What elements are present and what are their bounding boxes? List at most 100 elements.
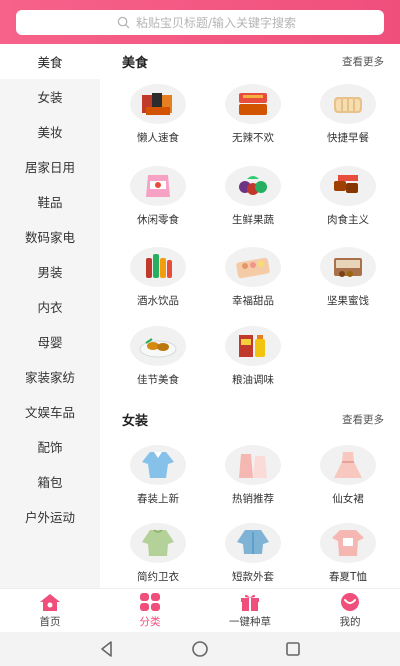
spicy-food-icon (239, 93, 267, 115)
sidebar-item-entertainment-auto[interactable]: 文娱车品 (0, 394, 100, 429)
category-label: 热销推荐 (232, 493, 274, 505)
fruit-icon (239, 176, 267, 195)
category-fairy-dress[interactable]: 仙女裙 (308, 445, 388, 506)
category-icon (140, 593, 160, 611)
sidebar-item-label: 男装 (37, 265, 63, 280)
sidebar-item-outdoor[interactable]: 户外运动 (0, 499, 100, 534)
category-grain-oil[interactable]: 粮油调味 (213, 326, 293, 387)
sidebar-item-home-textile[interactable]: 家装家纺 (0, 359, 100, 394)
sidebar-item-label: 居家日用 (24, 160, 75, 175)
category-hoodie[interactable]: 简约卫衣 (118, 523, 198, 584)
category-short-jacket[interactable]: 短款外套 (213, 523, 293, 584)
search-placeholder: 粘贴宝贝标题/输入关键字搜索 (136, 16, 297, 30)
category-drinks[interactable]: 酒水饮品 (118, 247, 198, 308)
meat-icon (334, 175, 358, 193)
blouse-icon (142, 452, 174, 478)
denim-jacket-icon (237, 530, 269, 554)
dress-icon (334, 452, 362, 478)
category-festival-food[interactable]: 佳节美食 (118, 326, 198, 387)
category-sidebar: 美食 女装 美妆 居家日用 鞋品 数码家电 男装 内衣 母婴 家装家纺 文娱车品… (0, 44, 100, 588)
category-tshirt[interactable]: 春夏T恤 (308, 523, 388, 584)
sidebar-item-label: 母婴 (37, 335, 63, 350)
sidebar-item-household[interactable]: 居家日用 (0, 149, 100, 184)
sidebar-item-bags[interactable]: 箱包 (0, 464, 100, 499)
gift-icon (241, 594, 259, 611)
thumb (320, 523, 376, 563)
category-label: 休闲零食 (137, 214, 179, 226)
category-spring-new[interactable]: 春装上新 (118, 445, 198, 506)
instant-food-icon (142, 93, 172, 115)
back-icon[interactable] (98, 640, 116, 658)
sidebar-item-shoes[interactable]: 鞋品 (0, 184, 100, 219)
category-label: 生鲜果蔬 (232, 214, 274, 226)
tab-recommend[interactable]: 一键种草 (200, 589, 300, 632)
sidebar-item-mens[interactable]: 男装 (0, 254, 100, 289)
category-label: 快捷早餐 (327, 132, 369, 144)
see-more-link[interactable]: 查看更多 (342, 412, 384, 427)
thumb (225, 247, 281, 287)
thumb (225, 445, 281, 485)
sidebar-item-label: 鞋品 (37, 195, 63, 210)
sweatshirt-icon (142, 529, 174, 556)
thumb (320, 166, 376, 206)
category-breakfast[interactable]: 快捷早餐 (308, 84, 388, 145)
thumb (225, 523, 281, 563)
category-label: 短款外套 (232, 571, 274, 583)
tab-home[interactable]: 首页 (0, 589, 100, 632)
sidebar-item-label: 家装家纺 (24, 370, 75, 385)
recent-apps-icon[interactable] (284, 640, 302, 658)
drinks-icon (146, 254, 172, 278)
nuts-icon (334, 258, 362, 277)
sidebar-item-makeup[interactable]: 美妆 (0, 114, 100, 149)
tab-label: 我的 (339, 616, 361, 628)
section-header-food: 美食 查看更多 (122, 51, 384, 71)
search-bar[interactable]: 粘贴宝贝标题/输入关键字搜索 (16, 10, 384, 35)
category-meat[interactable]: 肉食主义 (308, 166, 388, 227)
category-label: 仙女裙 (332, 493, 364, 505)
festival-food-icon (139, 338, 177, 358)
category-nuts[interactable]: 坚果蜜饯 (308, 247, 388, 308)
pink-set-icon (239, 454, 267, 478)
top-bar: 粘贴宝贝标题/输入关键字搜索 (0, 0, 400, 44)
category-label: 春夏T恤 (329, 571, 367, 583)
thumb (225, 166, 281, 206)
system-navigation-bar (0, 632, 400, 666)
sidebar-item-label: 配饰 (37, 440, 63, 455)
category-label: 懒人速食 (137, 132, 179, 144)
tab-label: 一键种草 (229, 616, 271, 628)
sidebar-item-label: 箱包 (37, 475, 63, 490)
thumb (130, 445, 186, 485)
category-label: 春装上新 (137, 493, 179, 505)
category-dessert[interactable]: 幸福甜品 (213, 247, 293, 308)
profile-icon (341, 593, 359, 611)
thumb (225, 84, 281, 124)
sidebar-item-food[interactable]: 美食 (0, 44, 100, 79)
home-circle-icon[interactable] (191, 640, 209, 658)
sidebar-item-label: 户外运动 (24, 510, 75, 525)
category-label: 无辣不欢 (232, 132, 274, 144)
category-hot-picks[interactable]: 热销推荐 (213, 445, 293, 506)
category-label: 肉食主义 (327, 214, 369, 226)
category-content: 美食 查看更多 懒人速食 无辣不欢 快捷早餐 休闲零食 生鲜果蔬 肉食主义 酒水… (100, 44, 400, 588)
bread-icon (334, 97, 362, 113)
sidebar-item-accessories[interactable]: 配饰 (0, 429, 100, 464)
see-more-link[interactable]: 查看更多 (342, 54, 384, 69)
bottom-tab-bar: 首页 分类 一键种草 我的 (0, 588, 400, 632)
sidebar-item-baby[interactable]: 母婴 (0, 324, 100, 359)
category-snacks[interactable]: 休闲零食 (118, 166, 198, 227)
tab-profile[interactable]: 我的 (300, 589, 400, 632)
category-fresh-produce[interactable]: 生鲜果蔬 (213, 166, 293, 227)
thumb (320, 247, 376, 287)
sidebar-item-womens[interactable]: 女装 (0, 79, 100, 114)
tab-category[interactable]: 分类 (100, 589, 200, 632)
category-label: 简约卫衣 (137, 571, 179, 583)
sidebar-item-underwear[interactable]: 内衣 (0, 289, 100, 324)
category-spicy[interactable]: 无辣不欢 (213, 84, 293, 145)
sidebar-item-label: 内衣 (37, 300, 63, 315)
sidebar-item-electronics[interactable]: 数码家电 (0, 219, 100, 254)
sidebar-item-label: 女装 (37, 90, 63, 105)
tab-label: 首页 (39, 616, 61, 628)
thumb (320, 445, 376, 485)
grain-oil-icon (239, 335, 265, 357)
category-instant-food[interactable]: 懒人速食 (118, 84, 198, 145)
